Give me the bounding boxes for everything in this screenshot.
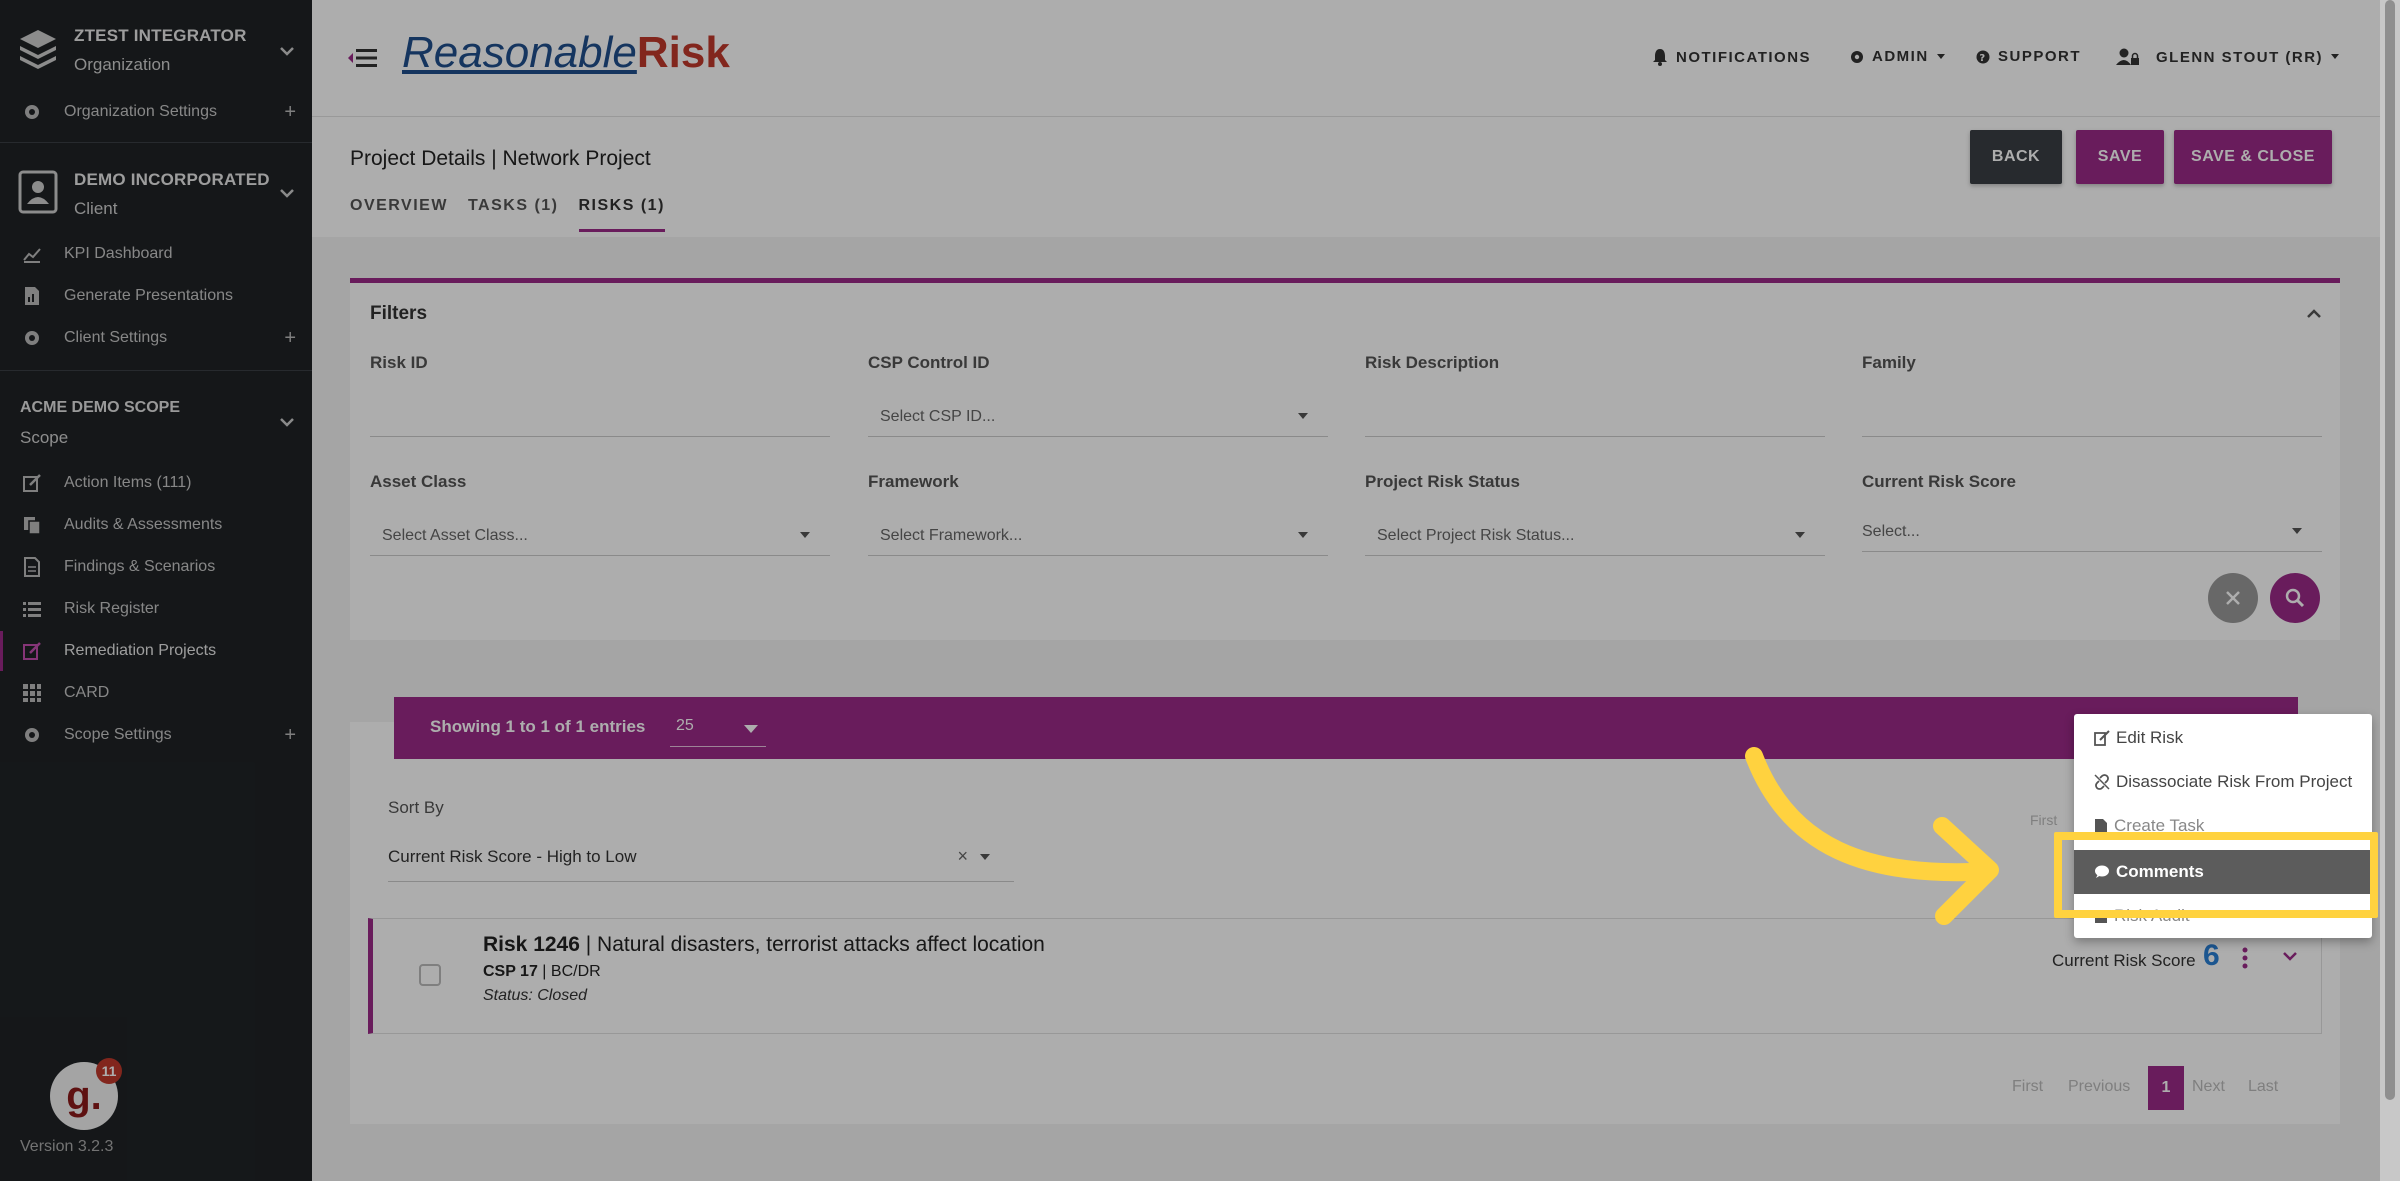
menu-item-label: Disassociate Risk From Project [2116, 772, 2353, 791]
tutorial-highlight-box [2054, 832, 2378, 918]
edit-icon [2094, 730, 2110, 746]
screen-overlay [0, 0, 2400, 1181]
menu-item-label: Edit Risk [2116, 728, 2184, 747]
menu-item-disassociate[interactable]: Disassociate Risk From Project [2094, 772, 2352, 792]
scrollbar-thumb[interactable] [2385, 0, 2395, 1100]
unlink-icon [2094, 774, 2110, 790]
page-scrollbar[interactable] [2380, 0, 2400, 1181]
menu-item-edit-risk[interactable]: Edit Risk [2094, 728, 2183, 748]
tutorial-arrow-icon [1745, 747, 1999, 925]
